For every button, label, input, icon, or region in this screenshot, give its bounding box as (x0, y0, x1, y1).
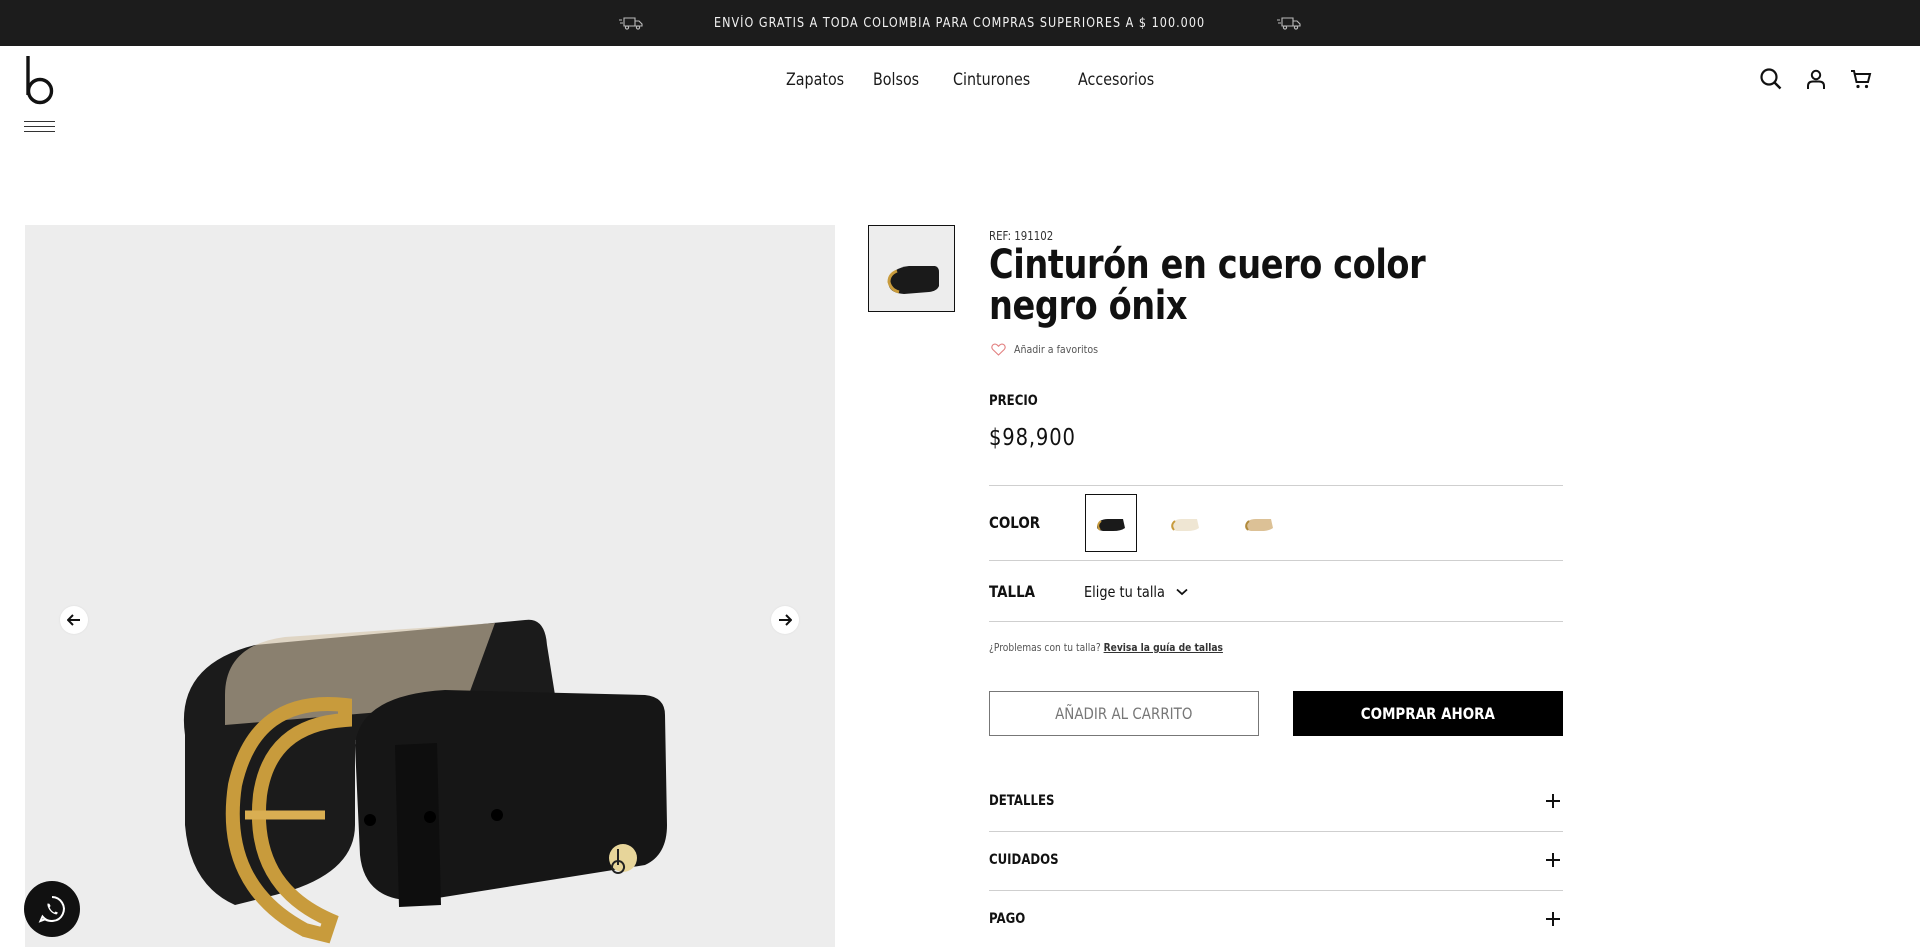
size-select[interactable]: Elige tu talla (1084, 583, 1188, 601)
accordion-cuidados[interactable]: CUIDADOS (989, 832, 1563, 891)
arrow-left-icon (67, 614, 80, 626)
cart-icon[interactable] (1849, 67, 1873, 91)
divider (989, 560, 1563, 561)
size-help-text: ¿Problemas con tu talla? (989, 641, 1101, 654)
belt-black-swatch (1097, 519, 1125, 531)
brand-b-logo[interactable] (24, 55, 56, 105)
belt-image (183, 619, 667, 944)
announcement-bar: ENVÍO GRATIS A TODA COLOMBIA PARA COMPRA… (0, 0, 1920, 46)
divider (989, 485, 1563, 486)
accordion-label: CUIDADOS (989, 852, 1059, 868)
arrow-right-icon (779, 614, 792, 626)
belt-tan-swatch (1245, 519, 1273, 531)
product-thumbnail[interactable] (868, 225, 955, 312)
chevron-down-icon (1176, 588, 1188, 596)
belt-thumbnail-image (887, 266, 939, 294)
whatsapp-button[interactable] (24, 881, 80, 937)
product-ref: REF: 191102 (989, 229, 1054, 243)
add-to-favorites[interactable]: Añadir a favoritos (991, 343, 1112, 356)
nav-zapatos[interactable]: Zapatos (786, 70, 844, 90)
nav-cinturones[interactable]: Cinturones (953, 70, 1037, 90)
plus-icon (1546, 853, 1560, 867)
divider (989, 621, 1563, 622)
announcement-text: ENVÍO GRATIS A TODA COLOMBIA PARA COMPRA… (714, 15, 1206, 31)
heart-icon (991, 343, 1006, 356)
product-price: $98,900 (989, 425, 1076, 451)
product-main-image (25, 225, 835, 947)
color-swatch-tan[interactable] (1233, 494, 1285, 552)
size-select-value: Elige tu talla (1084, 583, 1165, 601)
product-title: Cinturón en cuero color negro ónix (989, 242, 1426, 329)
accordion-pago[interactable]: PAGO (989, 891, 1563, 947)
size-label: TALLA (989, 582, 1036, 601)
color-swatch-black[interactable] (1085, 494, 1137, 552)
truck-icon (619, 17, 644, 30)
user-icon[interactable] (1804, 67, 1828, 91)
search-icon[interactable] (1759, 67, 1783, 91)
size-guide-link[interactable]: Revisa la guía de tallas (1104, 641, 1223, 654)
accordion-label: PAGO (989, 911, 1026, 927)
color-label: COLOR (989, 513, 1041, 532)
next-image-button[interactable] (771, 606, 799, 634)
truck-icon (1276, 17, 1301, 30)
accordion-detalles[interactable]: DETALLES (989, 773, 1563, 832)
nav-accesorios[interactable]: Accesorios (1078, 70, 1154, 90)
plus-icon (1546, 912, 1560, 926)
add-to-cart-button[interactable]: AÑADIR AL CARRITO (989, 691, 1259, 736)
belt-cream-swatch (1171, 519, 1199, 531)
prev-image-button[interactable] (60, 606, 88, 634)
whatsapp-icon (38, 896, 65, 923)
plus-icon (1546, 794, 1560, 808)
size-help: ¿Problemas con tu talla? Revisa la guía … (989, 641, 1223, 654)
buy-now-button[interactable]: COMPRAR AHORA (1293, 691, 1563, 736)
accordion-label: DETALLES (989, 793, 1055, 809)
add-to-cart-label: AÑADIR AL CARRITO (1055, 704, 1193, 723)
hamburger-menu-icon[interactable] (24, 121, 55, 135)
nav-bolsos[interactable]: Bolsos (873, 70, 919, 90)
buy-now-label: COMPRAR AHORA (1360, 704, 1496, 723)
favorite-label: Añadir a favoritos (1014, 343, 1099, 356)
main-nav: Zapatos Bolsos Cinturones Accesorios (786, 70, 1163, 90)
color-swatch-cream[interactable] (1159, 494, 1211, 552)
price-label: PRECIO (989, 393, 1038, 409)
